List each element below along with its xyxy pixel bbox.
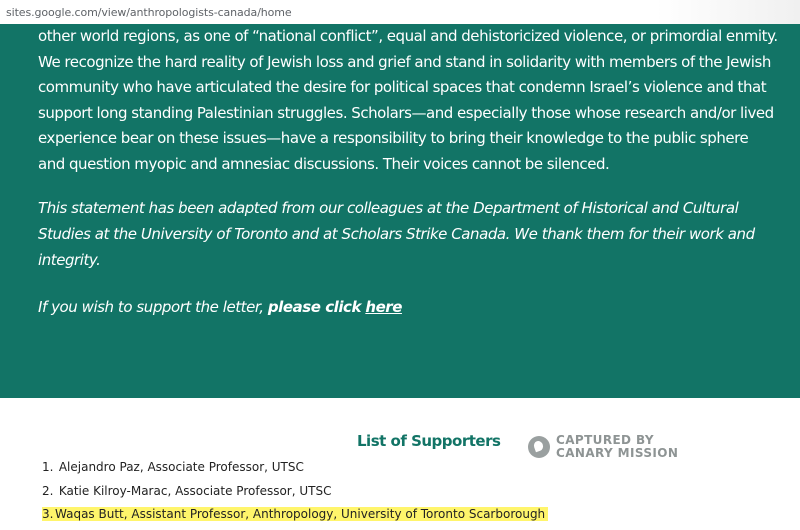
browser-address-bar[interactable]: sites.google.com/view/anthropologists-ca…: [0, 0, 800, 24]
adaptation-note: This statement has been adapted from our…: [38, 199, 755, 269]
highlight-mark: 3. Waqas Butt, Assistant Professor, Anthr…: [42, 507, 549, 521]
list-item-text: Katie Kilroy-Marac, Associate Professor,…: [58, 483, 332, 498]
list-item-number: 2.: [42, 483, 54, 498]
supporters-list: 1. Alejandro Paz, Associate Professor, U…: [42, 459, 549, 530]
list-item-number: 1.: [42, 460, 54, 474]
list-item: 2. Katie Kilroy-Marac, Associate Profess…: [42, 483, 548, 507]
watermark-text: CAPTURED BY CANARY MISSION: [556, 434, 678, 460]
canary-mission-watermark: CAPTURED BY CANARY MISSION: [528, 434, 678, 460]
list-item-text: Waqas Butt, Assistant Professor, Anthrop…: [55, 507, 546, 521]
list-item-highlighted: 3. Waqas Butt, Assistant Professor, Anthr…: [42, 506, 549, 530]
list-item: 1. Alejandro Paz, Associate Professor, U…: [42, 459, 548, 483]
statement-body: other world regions, as one of “national…: [38, 27, 778, 173]
statement-panel: other world regions, as one of “national…: [0, 0, 800, 398]
url-text[interactable]: sites.google.com/view/anthropologists-ca…: [6, 6, 292, 19]
list-item-text: Alejandro Paz, Associate Professor, UTSC: [58, 460, 304, 474]
watermark-line-2: CANARY MISSION: [556, 446, 679, 460]
supporters-heading: List of Supporters: [357, 432, 501, 450]
list-item-number: 3.: [42, 507, 54, 521]
support-here-link[interactable]: here: [365, 298, 402, 316]
support-bold-text: please click: [267, 298, 362, 316]
support-prompt: If you wish to support the letter, pleas…: [38, 298, 402, 316]
support-prefix: If you wish to support the letter,: [38, 298, 268, 316]
canary-bird-icon: [528, 436, 550, 458]
